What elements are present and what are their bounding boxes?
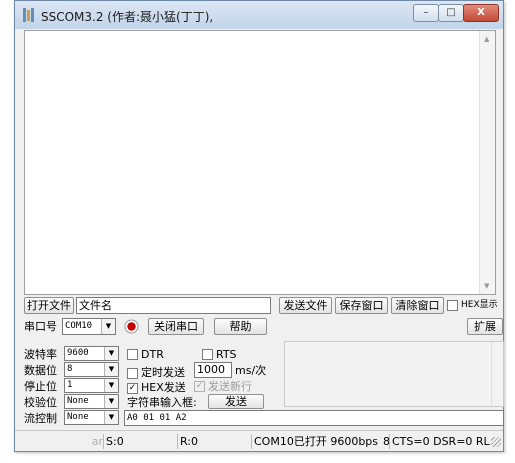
chevron-down-icon[interactable]: ▼ <box>104 411 118 424</box>
chevron-down-icon[interactable]: ▼ <box>104 395 118 408</box>
chevron-down-icon[interactable]: ▼ <box>104 379 118 392</box>
send-newline-checkbox[interactable]: ✓ <box>194 381 205 392</box>
clear-window-button[interactable]: 清除窗口 <box>391 297 444 314</box>
port-status-indicator-icon <box>124 319 139 334</box>
input-label: 字符串输入框: <box>127 396 197 409</box>
send-input-field[interactable]: A0 01 01 A2 <box>124 410 504 426</box>
minimize-button[interactable]: – <box>413 4 439 22</box>
parity-select[interactable]: None ▼ <box>64 394 119 409</box>
help-button[interactable]: 帮助 <box>214 318 267 335</box>
status-fragment: 8 <box>383 435 389 448</box>
parity-label: 校验位 <box>24 396 57 409</box>
close-button[interactable]: X <box>463 4 499 22</box>
chevron-down-icon[interactable]: ▼ <box>104 363 118 376</box>
app-icon <box>23 8 34 22</box>
hex-display-label: HEX显示 <box>461 300 498 310</box>
send-button[interactable]: 发送 <box>208 394 264 409</box>
scroll-up-icon[interactable]: ▲ <box>484 35 489 43</box>
baud-rate-label: 波特率 <box>24 348 57 361</box>
resize-grip-icon[interactable] <box>491 437 501 447</box>
hex-send-checkbox[interactable]: ✓ <box>127 383 138 394</box>
dtr-checkbox[interactable] <box>127 349 138 360</box>
data-bits-label: 数据位 <box>24 364 57 377</box>
stop-bits-label: 停止位 <box>24 380 57 393</box>
expand-button[interactable]: 扩展 <box>467 318 503 335</box>
chevron-down-icon[interactable]: ▼ <box>104 347 118 360</box>
interval-unit-label: ms/次 <box>235 364 267 377</box>
sscom-window: SSCOM3.2 (作者:聂小猛(丁丁), – □ X ▲ ▼ 打开文件 文件名… <box>14 0 504 452</box>
send-interval-field[interactable]: 1000 <box>194 362 232 378</box>
maximize-button[interactable]: □ <box>438 4 464 22</box>
timed-send-label: 定时发送 <box>141 366 185 379</box>
save-window-button[interactable]: 保存窗口 <box>335 297 388 314</box>
close-port-button[interactable]: 关闭串口 <box>148 318 204 335</box>
hex-send-label: HEX发送 <box>141 381 186 394</box>
extended-panel-scrollbar[interactable] <box>491 342 503 406</box>
parity-value: None <box>67 396 89 406</box>
timed-send-checkbox[interactable] <box>127 368 138 379</box>
hex-display-checkbox[interactable] <box>447 300 458 311</box>
filename-field[interactable]: 文件名 <box>76 297 271 314</box>
data-bits-value: 8 <box>67 364 73 374</box>
received-count: R:0 <box>177 434 251 449</box>
baud-rate-select[interactable]: 9600 ▼ <box>64 346 119 361</box>
stop-bits-select[interactable]: 1 ▼ <box>64 378 119 393</box>
settings-panel: 波特率 9600 ▼ 数据位 8 ▼ 停止位 1 ▼ 校验位 None ▼ 流控制 No… <box>24 341 504 429</box>
rts-checkbox[interactable] <box>202 349 213 360</box>
open-file-button[interactable]: 打开文件 <box>24 297 74 314</box>
window-title: SSCOM3.2 (作者:聂小猛(丁丁), <box>41 10 214 24</box>
status-bar: ar S:0 R:0 COM10已打开 9600bps 8 CTS=0 DSR=… <box>15 430 503 451</box>
receive-scrollbar[interactable]: ▲ ▼ <box>479 31 495 294</box>
extended-panel <box>284 341 504 407</box>
port-toolbar: 串口号 COM10 ▼ 关闭串口 帮助 扩展 <box>24 317 504 336</box>
rts-label: RTS <box>216 348 237 361</box>
port-status: COM10已打开 9600bps <box>251 434 381 449</box>
sent-count: S:0 <box>103 434 177 449</box>
send-file-button[interactable]: 发送文件 <box>279 297 332 314</box>
port-select[interactable]: COM10 ▼ <box>62 318 116 335</box>
chevron-down-icon[interactable]: ▼ <box>101 319 115 334</box>
data-bits-select[interactable]: 8 ▼ <box>64 362 119 377</box>
title-bar[interactable]: SSCOM3.2 (作者:聂小猛(丁丁), – □ X <box>15 1 503 29</box>
scroll-down-icon[interactable]: ▼ <box>484 282 489 290</box>
flow-control-select[interactable]: None ▼ <box>64 410 119 425</box>
port-label: 串口号 <box>24 320 57 333</box>
flow-control-value: None <box>67 412 89 422</box>
file-toolbar: 打开文件 文件名 发送文件 保存窗口 清除窗口 HEX显示 <box>24 297 504 314</box>
dtr-label: DTR <box>141 348 164 361</box>
receive-text-area[interactable]: ▲ ▼ <box>24 30 496 295</box>
baud-rate-value: 9600 <box>67 348 89 358</box>
stop-bits-value: 1 <box>67 380 73 390</box>
send-newline-label: 发送新行 <box>208 380 252 393</box>
flow-control-label: 流控制 <box>24 412 57 425</box>
port-value: COM10 <box>65 321 93 331</box>
signal-status: CTS=0 DSR=0 RL <box>389 434 491 449</box>
status-edge-text: ar <box>91 435 103 448</box>
